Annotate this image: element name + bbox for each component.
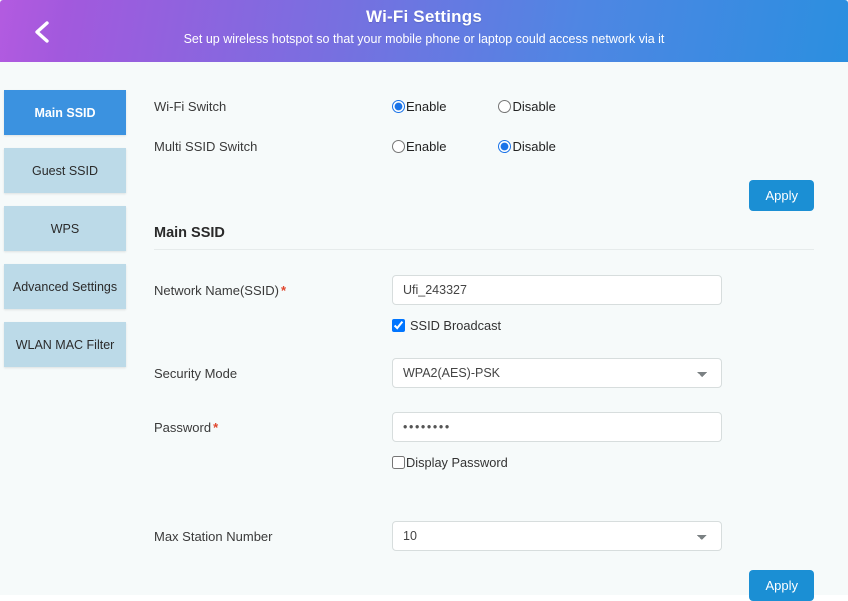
network-name-label: Network Name(SSID)*: [154, 283, 392, 298]
max-station-number-select[interactable]: 10: [392, 521, 722, 551]
multi-ssid-switch-radio-group: Enable Disable: [392, 139, 608, 154]
page-body: Main SSID Guest SSID WPS Advanced Settin…: [0, 62, 848, 595]
apply-bottom-button[interactable]: Apply: [749, 570, 814, 601]
network-name-input[interactable]: [392, 275, 722, 305]
security-mode-label: Security Mode: [154, 366, 392, 381]
max-station-number-row: Max Station Number 10: [154, 516, 830, 556]
network-name-row: Network Name(SSID)*: [154, 270, 830, 310]
security-mode-select[interactable]: WPA2(AES)-PSK: [392, 358, 722, 388]
wifi-switch-disable-label: Disable: [512, 99, 555, 114]
sidebar-item-main-ssid[interactable]: Main SSID: [4, 90, 126, 135]
wifi-switch-radio-group: Enable Disable: [392, 99, 608, 114]
multi-ssid-disable-radio[interactable]: [498, 140, 511, 153]
ssid-broadcast-label: SSID Broadcast: [410, 318, 501, 333]
sidebar-item-wps[interactable]: WPS: [4, 206, 126, 251]
sidebar-item-label: Main SSID: [34, 106, 95, 120]
multi-ssid-disable-option[interactable]: Disable: [498, 139, 555, 154]
display-password-option[interactable]: Display Password: [392, 455, 830, 470]
multi-ssid-enable-radio[interactable]: [392, 140, 405, 153]
display-password-row: Display Password: [392, 455, 830, 470]
multi-ssid-enable-label: Enable: [406, 139, 446, 154]
wifi-switch-enable-radio[interactable]: [392, 100, 405, 113]
display-password-label: Display Password: [406, 455, 508, 470]
password-required-marker: *: [211, 420, 218, 435]
security-mode-row: Security Mode WPA2(AES)-PSK: [154, 353, 830, 393]
apply-top-row: Apply: [154, 180, 830, 211]
password-label-text: Password: [154, 420, 211, 435]
sidebar-item-advanced-settings[interactable]: Advanced Settings: [4, 264, 126, 309]
apply-top-button[interactable]: Apply: [749, 180, 814, 211]
network-name-required-marker: *: [279, 283, 286, 298]
display-password-checkbox[interactable]: [392, 456, 405, 469]
multi-ssid-switch-label: Multi SSID Switch: [154, 139, 392, 154]
wifi-switch-enable-label: Enable: [406, 99, 446, 114]
sidebar-item-label: WPS: [51, 222, 79, 236]
multi-ssid-enable-option[interactable]: Enable: [392, 139, 446, 154]
wifi-switch-label: Wi-Fi Switch: [154, 99, 392, 114]
password-row: Password*: [154, 407, 830, 447]
settings-content: Wi-Fi Switch Enable Disable Multi SSID S…: [140, 62, 848, 595]
password-input[interactable]: [392, 412, 722, 442]
wifi-switch-disable-radio[interactable]: [498, 100, 511, 113]
ssid-broadcast-option[interactable]: SSID Broadcast: [392, 318, 830, 333]
apply-bottom-row: Apply: [154, 570, 830, 601]
wifi-settings-page: Wi-Fi Settings Set up wireless hotspot s…: [0, 0, 848, 595]
wifi-switch-row: Wi-Fi Switch Enable Disable: [154, 86, 830, 126]
sidebar-item-wlan-mac-filter[interactable]: WLAN MAC Filter: [4, 322, 126, 367]
page-title: Wi-Fi Settings: [0, 6, 848, 28]
sidebar-item-guest-ssid[interactable]: Guest SSID: [4, 148, 126, 193]
ssid-broadcast-checkbox[interactable]: [392, 319, 405, 332]
multi-ssid-disable-label: Disable: [512, 139, 555, 154]
wifi-switch-disable-option[interactable]: Disable: [498, 99, 555, 114]
max-station-number-label: Max Station Number: [154, 529, 392, 544]
sidebar-item-label: WLAN MAC Filter: [16, 338, 115, 352]
page-subtitle: Set up wireless hotspot so that your mob…: [0, 31, 848, 48]
ssid-broadcast-row: SSID Broadcast: [392, 318, 830, 333]
sidebar-nav: Main SSID Guest SSID WPS Advanced Settin…: [0, 62, 140, 595]
page-header: Wi-Fi Settings Set up wireless hotspot s…: [0, 0, 848, 62]
network-name-label-text: Network Name(SSID): [154, 283, 279, 298]
sidebar-item-label: Advanced Settings: [13, 280, 117, 294]
header-text-block: Wi-Fi Settings Set up wireless hotspot s…: [0, 6, 848, 48]
password-label: Password*: [154, 420, 392, 435]
sidebar-item-label: Guest SSID: [32, 164, 98, 178]
wifi-switch-enable-option[interactable]: Enable: [392, 99, 446, 114]
main-ssid-section-title: Main SSID: [154, 225, 814, 250]
multi-ssid-switch-row: Multi SSID Switch Enable Disable: [154, 126, 830, 166]
